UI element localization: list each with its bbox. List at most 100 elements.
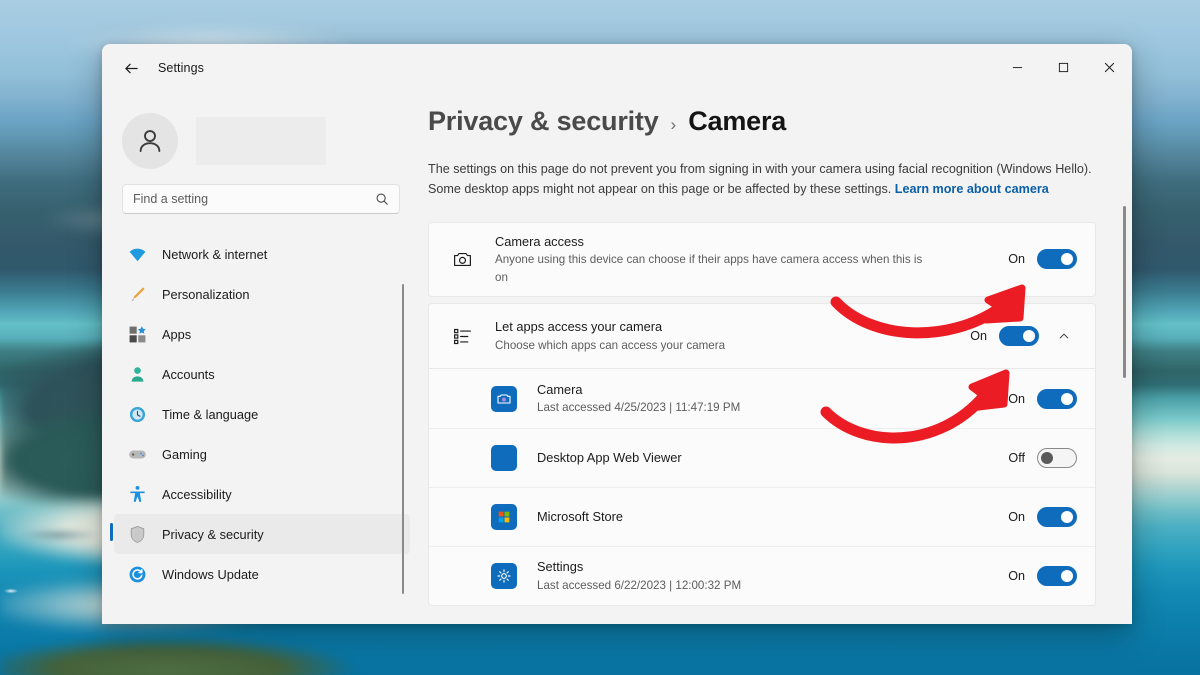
search-icon bbox=[375, 192, 389, 206]
close-button[interactable] bbox=[1086, 44, 1132, 90]
app-state: On bbox=[1008, 391, 1025, 406]
sidebar-item-network-internet[interactable]: Network & internet bbox=[114, 234, 410, 274]
sidebar-item-label: Network & internet bbox=[162, 246, 268, 262]
sidebar-item-accounts[interactable]: Accounts bbox=[114, 354, 410, 394]
app-name: Desktop App Web Viewer bbox=[537, 449, 682, 465]
sidebar-item-label: Windows Update bbox=[162, 566, 259, 582]
maximize-icon bbox=[1058, 62, 1068, 72]
main-scrollbar[interactable] bbox=[1123, 206, 1126, 378]
camera-icon bbox=[447, 249, 477, 270]
let-apps-state: On bbox=[970, 329, 987, 344]
let-apps-toggle[interactable] bbox=[999, 326, 1039, 347]
sidebar-item-label: Accounts bbox=[162, 366, 215, 382]
let-apps-controls: On bbox=[967, 323, 1077, 349]
blank-app-icon bbox=[489, 445, 519, 472]
person-icon bbox=[139, 130, 161, 152]
app-toggle[interactable] bbox=[1037, 448, 1077, 469]
window-title: Settings bbox=[158, 61, 204, 75]
app-toggle[interactable] bbox=[1037, 507, 1077, 528]
camera-access-row[interactable]: Camera access Anyone using this device c… bbox=[429, 223, 1095, 296]
sidebar-item-bluetooth-devices[interactable]: Bluetooth & devices bbox=[114, 224, 410, 234]
learn-more-link[interactable]: Learn more about camera bbox=[895, 182, 1049, 196]
list-item[interactable]: Camera Last accessed 4/25/2023 | 11:47:1… bbox=[429, 369, 1095, 428]
gamepad-icon bbox=[126, 443, 148, 465]
sidebar-item-label: Privacy & security bbox=[162, 526, 264, 542]
app-last-accessed: Last accessed 4/25/2023 | 11:47:19 PM bbox=[537, 401, 741, 415]
camera-access-toggle[interactable] bbox=[1037, 249, 1077, 270]
camera-access-subtitle: Anyone using this device can choose if t… bbox=[495, 253, 923, 284]
clock-icon bbox=[126, 403, 148, 425]
app-text: Desktop App Web Viewer bbox=[537, 439, 1005, 478]
breadcrumb-separator-icon: › bbox=[670, 115, 677, 134]
let-apps-row[interactable]: Let apps access your camera Choose which… bbox=[429, 304, 1095, 368]
camera-access-state: On bbox=[1008, 252, 1025, 267]
accounts-icon bbox=[126, 363, 148, 385]
sidebar-item-label: Personalization bbox=[162, 286, 250, 302]
camera-access-text: Camera access Anyone using this device c… bbox=[495, 223, 1005, 296]
let-apps-card: Let apps access your camera Choose which… bbox=[428, 303, 1096, 370]
minimize-button[interactable] bbox=[994, 44, 1040, 90]
chevron-up-icon[interactable] bbox=[1051, 323, 1077, 349]
breadcrumb: Privacy & security › Camera bbox=[428, 106, 1096, 137]
app-last-accessed: Last accessed 6/22/2023 | 12:00:32 PM bbox=[537, 578, 742, 592]
app-name: Microsoft Store bbox=[537, 508, 624, 524]
back-button[interactable] bbox=[114, 53, 148, 83]
profile-block[interactable] bbox=[102, 92, 420, 176]
list-icon bbox=[447, 326, 477, 347]
sidebar-nav: Bluetooth & devices Network & internet bbox=[102, 224, 420, 624]
desktop-wallpaper: Settings Find a setting Network & intern… bbox=[0, 0, 1200, 675]
let-apps-text: Let apps access your camera Choose which… bbox=[495, 308, 967, 364]
sidebar-item-gaming[interactable]: Gaming bbox=[114, 434, 410, 474]
store-app-icon bbox=[489, 504, 519, 531]
sidebar-item-personalization[interactable]: Personalization bbox=[114, 274, 410, 314]
sidebar-item-privacy-security[interactable]: Privacy & security bbox=[110, 514, 410, 554]
app-toggle[interactable] bbox=[1037, 566, 1077, 587]
sidebar-item-label: Time & language bbox=[162, 406, 259, 422]
sidebar-item-label: Apps bbox=[162, 326, 192, 342]
sidebar-item-time-language[interactable]: Time & language bbox=[114, 394, 410, 434]
list-item[interactable]: Microsoft Store On bbox=[429, 487, 1095, 546]
app-controls: On bbox=[1005, 388, 1077, 409]
camera-app-icon bbox=[489, 385, 519, 412]
maximize-button[interactable] bbox=[1040, 44, 1086, 90]
accessibility-icon bbox=[126, 483, 148, 505]
avatar[interactable] bbox=[122, 113, 178, 169]
shield-icon bbox=[126, 523, 148, 545]
app-state: Off bbox=[1008, 451, 1025, 466]
let-apps-subtitle: Choose which apps can access your camera bbox=[495, 338, 726, 352]
window-titlebar: Settings bbox=[102, 44, 1132, 92]
camera-access-title: Camera access bbox=[495, 233, 584, 249]
brush-icon bbox=[126, 283, 148, 305]
search-placeholder: Find a setting bbox=[133, 192, 209, 206]
search-container: Find a setting bbox=[102, 176, 420, 224]
bluetooth-icon bbox=[126, 224, 148, 225]
wallpaper-boat bbox=[0, 587, 22, 595]
list-item[interactable]: Desktop App Web Viewer Off bbox=[429, 428, 1095, 487]
close-icon bbox=[1104, 62, 1114, 72]
search-input[interactable]: Find a setting bbox=[122, 184, 400, 214]
app-text: Camera Last accessed 4/25/2023 | 11:47:1… bbox=[537, 371, 1005, 427]
let-apps-title: Let apps access your camera bbox=[495, 319, 663, 335]
page-title: Camera bbox=[688, 106, 787, 136]
sidebar-item-windows-update[interactable]: Windows Update bbox=[114, 554, 410, 594]
list-item[interactable]: Settings Last accessed 6/22/2023 | 12:00… bbox=[429, 546, 1095, 605]
app-text: Microsoft Store bbox=[537, 498, 1005, 537]
app-controls: On bbox=[1005, 507, 1077, 528]
app-permission-list: Camera Last accessed 4/25/2023 | 11:47:1… bbox=[428, 369, 1096, 607]
main-content: Privacy & security › Camera The settings… bbox=[420, 92, 1132, 624]
app-controls: Off bbox=[1005, 448, 1077, 469]
page-description: The settings on this page do not prevent… bbox=[428, 159, 1096, 200]
app-state: On bbox=[1008, 510, 1025, 525]
sidebar-scrollbar[interactable] bbox=[402, 284, 404, 594]
camera-access-card: Camera access Anyone using this device c… bbox=[428, 221, 1096, 298]
app-toggle[interactable] bbox=[1037, 388, 1077, 409]
profile-name-redacted bbox=[196, 117, 326, 165]
app-name: Settings bbox=[537, 559, 584, 575]
breadcrumb-parent[interactable]: Privacy & security bbox=[428, 106, 659, 137]
settings-app-icon bbox=[489, 563, 519, 590]
sidebar-item-label: Accessibility bbox=[162, 486, 232, 502]
sidebar-item-accessibility[interactable]: Accessibility bbox=[114, 474, 410, 514]
app-controls: On bbox=[1005, 566, 1077, 587]
sidebar-item-apps[interactable]: Apps bbox=[114, 314, 410, 354]
app-state: On bbox=[1008, 569, 1025, 584]
